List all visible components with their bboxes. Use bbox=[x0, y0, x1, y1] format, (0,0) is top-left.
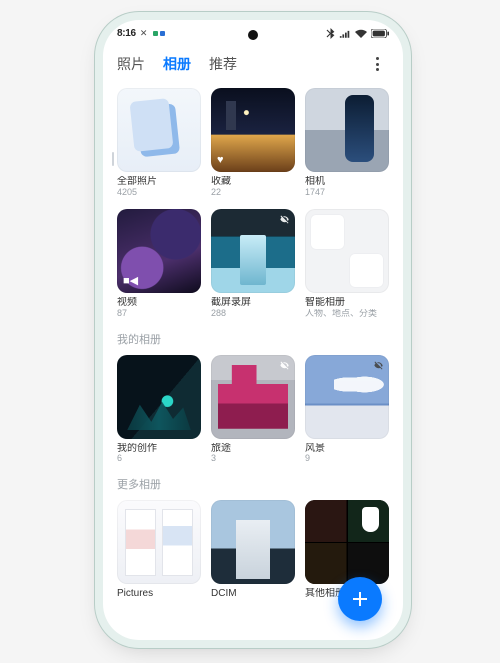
hidden-icon bbox=[279, 214, 290, 225]
album-count: 人物、地点、分类 bbox=[305, 309, 389, 319]
section-title: 更多相册 bbox=[117, 476, 389, 492]
album-label: 截屏录屏 bbox=[211, 297, 295, 309]
album-label: 收藏 bbox=[211, 176, 295, 188]
album-thumb bbox=[305, 500, 389, 584]
content-scroll[interactable]: 全部照片4205♥收藏22相机1747■◀视频87截屏录屏288智能相册人物、地… bbox=[103, 82, 403, 640]
no-sim-icon: ✕ bbox=[140, 28, 148, 39]
album-thumb bbox=[117, 88, 201, 172]
album-all[interactable]: 全部照片4205 bbox=[117, 88, 201, 197]
camera-notch bbox=[248, 30, 258, 40]
hidden-icon bbox=[373, 360, 384, 371]
album-label: 相机 bbox=[305, 176, 389, 188]
album-thumb: ♥ bbox=[211, 88, 295, 172]
album-count: 6 bbox=[117, 454, 201, 464]
hidden-icon bbox=[279, 360, 290, 371]
album-count: 3 bbox=[211, 454, 295, 464]
battery-icon bbox=[371, 29, 389, 38]
tab-照片[interactable]: 照片 bbox=[117, 50, 145, 78]
tab-bar: 照片相册推荐 bbox=[103, 46, 403, 82]
bluetooth-icon bbox=[326, 28, 335, 39]
album-pictures[interactable]: Pictures bbox=[117, 500, 201, 600]
album-thumb: ■◀ bbox=[117, 209, 201, 293]
album-count: 4205 bbox=[117, 188, 201, 198]
album-label: 旅途 bbox=[211, 443, 295, 455]
album-thumb bbox=[117, 355, 201, 439]
album-label: 智能相册 bbox=[305, 297, 389, 309]
more-menu-button[interactable] bbox=[365, 52, 389, 76]
album-create[interactable]: 我的创作6 bbox=[117, 355, 201, 464]
album-thumb bbox=[211, 500, 295, 584]
album-count: 22 bbox=[211, 188, 295, 198]
album-label: 全部照片 bbox=[117, 176, 201, 188]
album-dcim[interactable]: DCIM bbox=[211, 500, 295, 600]
status-right-icons bbox=[326, 28, 389, 39]
add-album-fab[interactable] bbox=[338, 577, 382, 621]
album-thumb bbox=[211, 209, 295, 293]
album-thumb bbox=[305, 209, 389, 293]
album-shot[interactable]: 截屏录屏288 bbox=[211, 209, 295, 318]
album-thumb bbox=[117, 500, 201, 584]
album-thumb bbox=[211, 355, 295, 439]
album-label: 视频 bbox=[117, 297, 201, 309]
album-trip[interactable]: 旅途3 bbox=[211, 355, 295, 464]
wifi-icon bbox=[355, 29, 367, 38]
signal-icon bbox=[339, 29, 351, 38]
tab-推荐[interactable]: 推荐 bbox=[209, 50, 237, 78]
status-time: 8:16 bbox=[117, 28, 136, 39]
album-vid[interactable]: ■◀ 视频87 bbox=[117, 209, 201, 318]
album-label: 我的创作 bbox=[117, 443, 201, 455]
album-count: 288 bbox=[211, 309, 295, 319]
album-count: 1747 bbox=[305, 188, 389, 198]
album-label: DCIM bbox=[211, 588, 295, 600]
section-title: 我的相册 bbox=[117, 331, 389, 347]
status-indicator-icons bbox=[151, 28, 165, 39]
plus-icon bbox=[350, 589, 370, 609]
album-fav[interactable]: ♥ 收藏22 bbox=[211, 88, 295, 197]
album-land[interactable]: 风景9 bbox=[305, 355, 389, 464]
album-count: 9 bbox=[305, 454, 389, 464]
album-smart[interactable]: 智能相册人物、地点、分类 bbox=[305, 209, 389, 318]
album-label: Pictures bbox=[117, 588, 201, 600]
volume-button bbox=[404, 190, 407, 246]
album-thumb bbox=[305, 355, 389, 439]
scroll-indicator bbox=[112, 152, 114, 166]
tab-相册[interactable]: 相册 bbox=[163, 50, 191, 78]
album-thumb bbox=[305, 88, 389, 172]
phone-frame: 8:16 ✕ bbox=[103, 20, 403, 640]
power-button bbox=[404, 260, 407, 296]
album-label: 风景 bbox=[305, 443, 389, 455]
album-cam[interactable]: 相机1747 bbox=[305, 88, 389, 197]
heart-icon: ♥ bbox=[217, 154, 224, 166]
video-icon: ■◀ bbox=[123, 274, 138, 287]
album-count: 87 bbox=[117, 309, 201, 319]
